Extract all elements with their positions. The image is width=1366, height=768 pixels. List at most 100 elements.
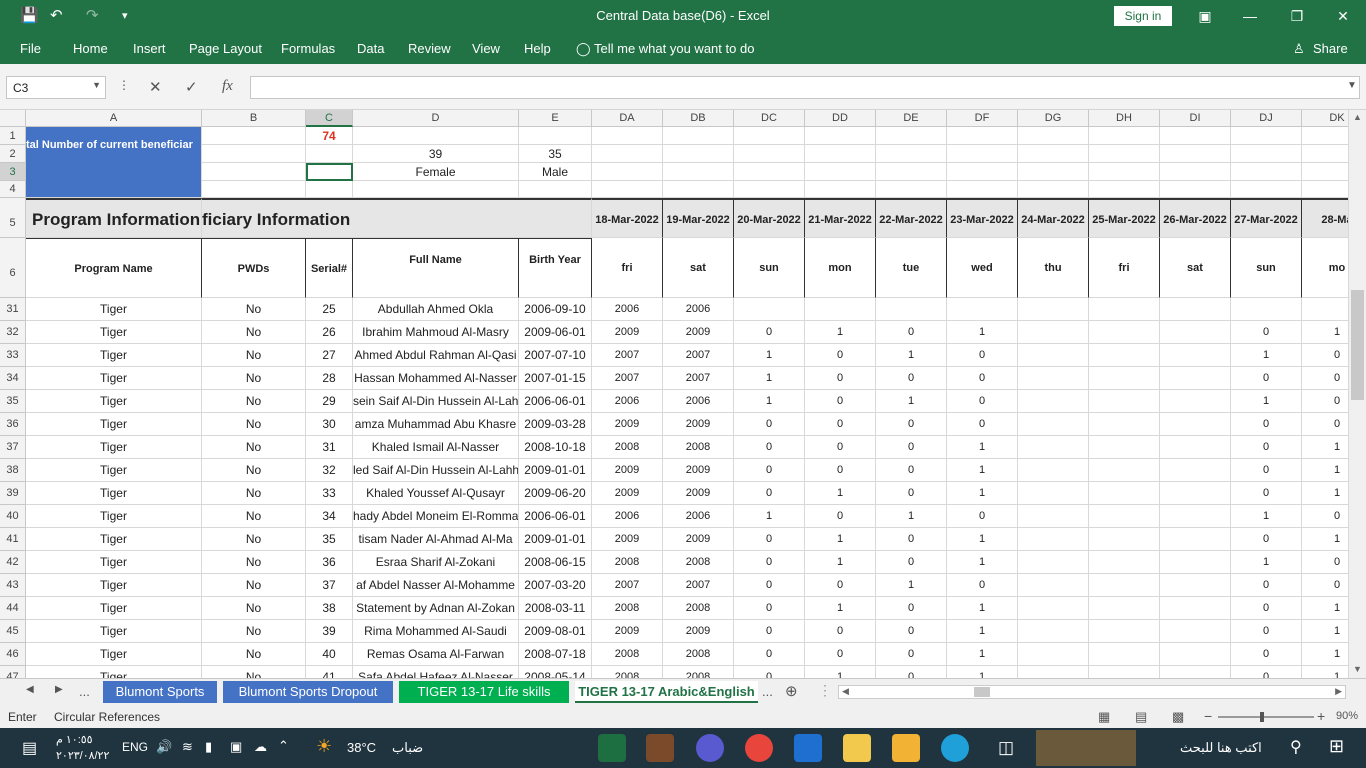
- table-cell[interactable]: 1: [947, 321, 1018, 344]
- table-cell[interactable]: 2008: [663, 436, 734, 459]
- day-header[interactable]: mo: [1302, 238, 1348, 298]
- table-cell[interactable]: [1089, 459, 1160, 482]
- table-cell[interactable]: [1160, 321, 1231, 344]
- table-cell[interactable]: No: [202, 298, 306, 321]
- scroll-right-icon[interactable]: ▶: [1335, 686, 1342, 697]
- table-cell[interactable]: 2009: [592, 482, 663, 505]
- grid-cell[interactable]: [1018, 163, 1089, 181]
- sign-in-button[interactable]: Sign in: [1114, 6, 1172, 26]
- prev-sheet-icon[interactable]: ◀: [26, 684, 34, 695]
- table-cell[interactable]: 0: [876, 482, 947, 505]
- grid-cell[interactable]: [1018, 127, 1089, 145]
- table-cell[interactable]: 2008: [592, 597, 663, 620]
- table-cell[interactable]: [1018, 482, 1089, 505]
- ribbon-display-icon[interactable]: ▣: [1190, 4, 1220, 28]
- table-cell[interactable]: [1089, 597, 1160, 620]
- table-cell[interactable]: 1: [734, 367, 805, 390]
- grid-cell[interactable]: [663, 181, 734, 198]
- table-cell[interactable]: 0: [805, 413, 876, 436]
- table-cell[interactable]: 1: [805, 528, 876, 551]
- table-cell[interactable]: [1089, 344, 1160, 367]
- tab-data[interactable]: Data: [357, 41, 384, 56]
- column-header[interactable]: C: [306, 110, 353, 127]
- table-cell[interactable]: 0: [876, 413, 947, 436]
- column-title[interactable]: Full Name: [353, 238, 519, 298]
- row-header[interactable]: 3: [0, 163, 26, 181]
- grid-cell[interactable]: [947, 181, 1018, 198]
- table-cell[interactable]: 28: [306, 367, 353, 390]
- table-cell[interactable]: [1160, 574, 1231, 597]
- table-cell[interactable]: No: [202, 436, 306, 459]
- table-cell[interactable]: [1089, 528, 1160, 551]
- row-header[interactable]: 46: [0, 643, 26, 666]
- table-cell[interactable]: 0: [734, 597, 805, 620]
- grid-cell[interactable]: [805, 145, 876, 163]
- table-cell[interactable]: sein Saif Al-Din Hussein Al-Lah: [353, 390, 519, 413]
- date-header[interactable]: 18-Mar-2022: [592, 198, 663, 238]
- grid-cell[interactable]: [202, 163, 306, 181]
- grid-cell[interactable]: [876, 145, 947, 163]
- table-cell[interactable]: [1018, 620, 1089, 643]
- grid-cell[interactable]: [947, 127, 1018, 145]
- tab-file[interactable]: File: [20, 41, 41, 56]
- table-cell[interactable]: 0: [1231, 459, 1302, 482]
- table-cell[interactable]: 2008: [663, 643, 734, 666]
- cancel-icon[interactable]: ✕: [149, 78, 162, 96]
- date-header[interactable]: 28-Ma: [1302, 198, 1348, 238]
- column-header[interactable]: DE: [876, 110, 947, 127]
- scroll-down-icon[interactable]: ▼: [1353, 664, 1362, 674]
- table-cell[interactable]: [1089, 482, 1160, 505]
- table-cell[interactable]: 0: [947, 344, 1018, 367]
- table-cell[interactable]: 2006: [592, 505, 663, 528]
- grid-cell[interactable]: [592, 181, 663, 198]
- table-cell[interactable]: 0: [734, 436, 805, 459]
- table-cell[interactable]: 2009: [592, 459, 663, 482]
- table-cell[interactable]: 1: [947, 597, 1018, 620]
- table-cell[interactable]: Tiger: [26, 666, 202, 678]
- row-header[interactable]: 5: [0, 198, 26, 238]
- grid-cell[interactable]: [805, 181, 876, 198]
- table-cell[interactable]: Tiger: [26, 551, 202, 574]
- day-header[interactable]: sun: [1231, 238, 1302, 298]
- table-cell[interactable]: [1160, 528, 1231, 551]
- table-cell[interactable]: Hassan Mohammed Al-Nasser: [353, 367, 519, 390]
- grid-cell[interactable]: [26, 181, 202, 198]
- column-header[interactable]: DI: [1160, 110, 1231, 127]
- table-cell[interactable]: 1: [1302, 666, 1348, 678]
- date-header[interactable]: 21-Mar-2022: [805, 198, 876, 238]
- row-header[interactable]: 31: [0, 298, 26, 321]
- row-header[interactable]: 41: [0, 528, 26, 551]
- table-cell[interactable]: 2006: [663, 390, 734, 413]
- table-cell[interactable]: Remas Osama Al-Farwan: [353, 643, 519, 666]
- table-cell[interactable]: Tiger: [26, 298, 202, 321]
- program-information-heading[interactable]: Program Information: [26, 198, 202, 238]
- table-cell[interactable]: No: [202, 459, 306, 482]
- grid-cell[interactable]: [663, 127, 734, 145]
- table-cell[interactable]: [1160, 482, 1231, 505]
- table-cell[interactable]: Tiger: [26, 482, 202, 505]
- grid-cell[interactable]: [947, 145, 1018, 163]
- grid-cell[interactable]: [353, 181, 519, 198]
- grid-cell[interactable]: [805, 127, 876, 145]
- table-cell[interactable]: 0: [734, 666, 805, 678]
- table-cell[interactable]: 0: [876, 321, 947, 344]
- table-cell[interactable]: 37: [306, 574, 353, 597]
- table-cell[interactable]: 0: [805, 344, 876, 367]
- tab-insert[interactable]: Insert: [133, 41, 166, 56]
- weather-icon[interactable]: ☀: [316, 736, 332, 757]
- table-cell[interactable]: [734, 298, 805, 321]
- enter-icon[interactable]: ✓: [185, 78, 198, 96]
- more-sheets-left[interactable]: ...: [79, 684, 90, 699]
- table-cell[interactable]: [1089, 390, 1160, 413]
- table-cell[interactable]: Tiger: [26, 528, 202, 551]
- table-cell[interactable]: Tiger: [26, 505, 202, 528]
- table-cell[interactable]: 1: [947, 551, 1018, 574]
- grid-cell[interactable]: [1302, 181, 1348, 198]
- table-cell[interactable]: 1: [1302, 643, 1348, 666]
- table-cell[interactable]: 0: [734, 574, 805, 597]
- grid-cell[interactable]: [734, 163, 805, 181]
- table-cell[interactable]: 0: [1231, 574, 1302, 597]
- table-cell[interactable]: 0: [1231, 482, 1302, 505]
- row-header[interactable]: 44: [0, 597, 26, 620]
- table-cell[interactable]: [1160, 367, 1231, 390]
